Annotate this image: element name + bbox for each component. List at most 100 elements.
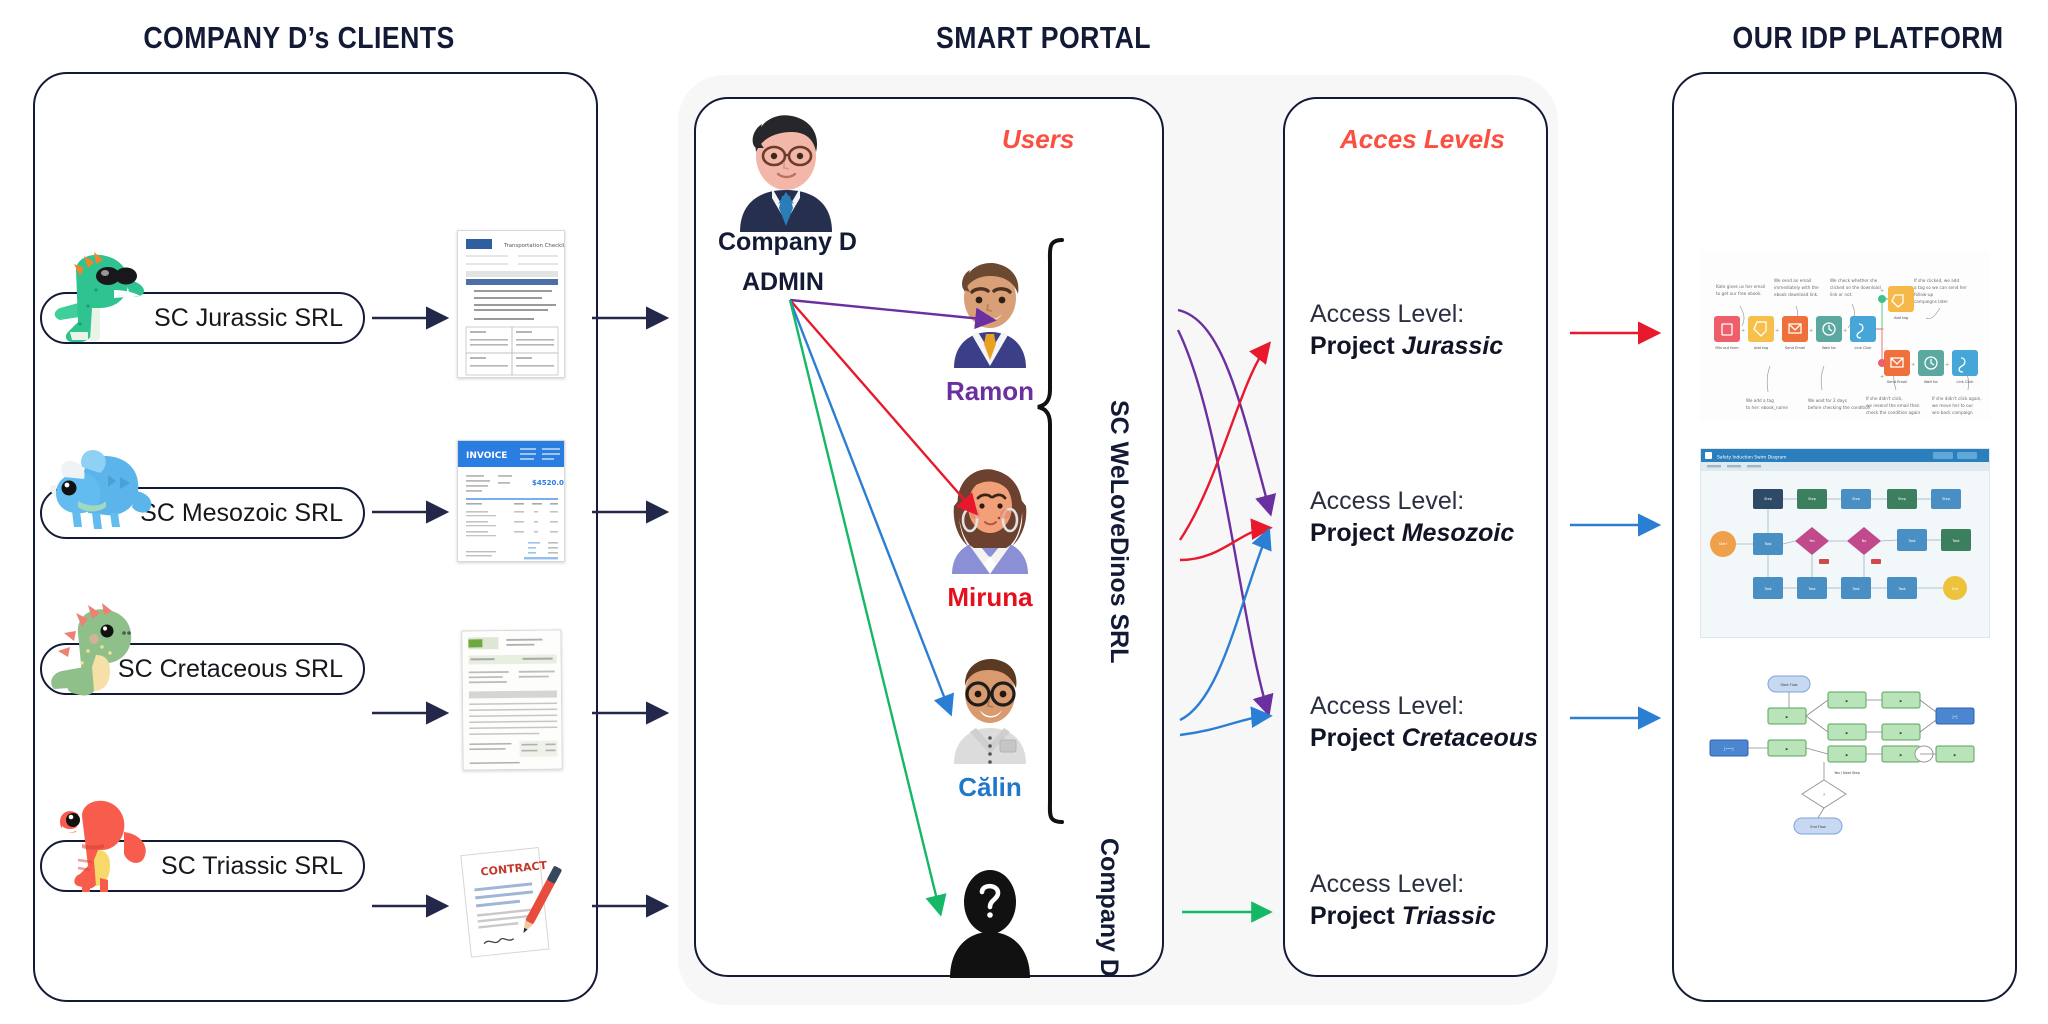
access-level-item: Access Level: Project Triassic xyxy=(1310,870,1550,931)
svg-text:Step: Step xyxy=(1808,497,1816,501)
client-pill[interactable]: SC Triassic SRL xyxy=(40,840,365,892)
svg-text:win-back campaign: win-back campaign xyxy=(1932,410,1973,415)
svg-text:Kate gives us her email: Kate gives us her email xyxy=(1716,284,1765,289)
svg-text:to get our free ebook.: to get our free ebook. xyxy=(1716,291,1762,296)
document-thumbnail-contract: CONTRACT xyxy=(450,845,570,961)
diagram-canvas: COMPANY D’s CLIENTS SMART PORTAL OUR IDP… xyxy=(0,0,2048,1024)
client-pill[interactable]: SC Mesozoic SRL xyxy=(40,487,365,539)
svg-text:+: + xyxy=(1809,328,1813,334)
client-pill[interactable]: SC Jurassic SRL xyxy=(40,292,365,344)
user-card-miruna[interactable]: Miruna xyxy=(940,458,1040,613)
svg-text:Task: Task xyxy=(1851,587,1859,591)
user-name-label: Ramon xyxy=(945,376,1035,406)
column-title-portal: SMART PORTAL xyxy=(936,20,1151,55)
user-card-calin[interactable]: Călin xyxy=(940,648,1040,803)
svg-text:▶: ▶ xyxy=(1954,753,1957,757)
svg-text:clicked on the download: clicked on the download xyxy=(1830,285,1881,290)
project-word: Project xyxy=(1310,902,1395,930)
client-row[interactable]: SC Cretaceous SRL xyxy=(40,603,380,703)
group-label-company-d: Company D xyxy=(1095,838,1123,977)
access-level-project: Project Jurassic xyxy=(1310,332,1550,361)
svg-text:Step: Step xyxy=(1852,497,1860,501)
access-level-prefix: Access Level: xyxy=(1310,870,1465,898)
svg-text:We wait for 2 days: We wait for 2 days xyxy=(1808,398,1847,403)
svg-text:+: + xyxy=(1945,362,1949,368)
svg-text:check the condition again: check the condition again xyxy=(1866,410,1920,415)
user-card-ramon[interactable]: Ramon xyxy=(940,252,1040,407)
project-word: Project xyxy=(1310,519,1395,547)
svg-text:We add a tag: We add a tag xyxy=(1746,398,1774,403)
client-name-label: SC Cretaceous SRL xyxy=(117,654,343,683)
email-automation-flow-screenshot: Kate gives us her email to get our free e… xyxy=(1700,250,1990,420)
svg-text:We check whether she: We check whether she xyxy=(1830,278,1878,283)
svg-text:▶: ▶ xyxy=(1786,747,1789,751)
svg-text:Step: Step xyxy=(1764,497,1772,501)
svg-text:Transportation Checklist: Transportation Checklist xyxy=(503,243,565,249)
user-card-unknown[interactable] xyxy=(940,860,1040,982)
svg-text:Task: Task xyxy=(1763,587,1771,591)
svg-text:+: + xyxy=(1880,374,1884,380)
project-name: Triassic xyxy=(1401,902,1496,930)
svg-text:Start: Start xyxy=(1719,542,1728,546)
svg-text:▶: ▶ xyxy=(1900,731,1903,735)
svg-text:Add tag: Add tag xyxy=(1754,346,1768,350)
access-level-item: Access Level: Project Jurassic xyxy=(1310,300,1550,361)
svg-text:campaigns later.: campaigns later. xyxy=(1914,299,1949,304)
svg-text:+: + xyxy=(1911,362,1915,368)
document-thumbnail-checklist: Transportation Checklist xyxy=(457,230,565,378)
column-title-idp: OUR IDP PLATFORM xyxy=(1732,20,2004,55)
admin-avatar[interactable] xyxy=(718,104,854,238)
svg-text:End: End xyxy=(1952,587,1958,591)
users-caption: Users xyxy=(1002,124,1075,154)
svg-text:+: + xyxy=(1880,288,1884,294)
project-word: Project xyxy=(1310,332,1395,360)
access-level-project: Project Mesozoic xyxy=(1310,519,1550,548)
svg-text:+: + xyxy=(1775,328,1779,334)
svg-text:to her: ebook_name: to her: ebook_name xyxy=(1746,405,1788,410)
client-name-label: SC Jurassic SRL xyxy=(154,303,343,332)
svg-text:Start Flow: Start Flow xyxy=(1780,683,1797,687)
client-row[interactable]: SC Triassic SRL xyxy=(40,800,380,900)
user-avatar-male-suit-icon xyxy=(954,263,1026,368)
svg-text:▶: ▶ xyxy=(1786,715,1789,719)
admin-avatar-icon xyxy=(740,115,832,232)
svg-text:a tag so we can send her: a tag so we can send her xyxy=(1914,285,1967,290)
access-level-project: Project Cretaceous xyxy=(1310,724,1550,753)
svg-text:▶: ▶ xyxy=(1846,731,1849,735)
document-thumbnail-invoice: INVOICE $4520.00 xyxy=(457,440,565,562)
client-row[interactable]: SC Jurassic SRL xyxy=(40,252,380,352)
safety-induction-swimlane-screenshot: Safety Induction Swim Diagram Start Task… xyxy=(1700,448,1990,638)
svg-text:Step: Step xyxy=(1942,497,1950,501)
client-name-label: SC Triassic SRL xyxy=(161,851,343,880)
svg-text:ebook download link.: ebook download link. xyxy=(1774,292,1818,297)
svg-text:follow-up: follow-up xyxy=(1914,292,1934,297)
svg-text:immediately with the: immediately with the xyxy=(1774,285,1819,290)
svg-text:Fills out form: Fills out form xyxy=(1715,346,1739,350)
svg-text:Step: Step xyxy=(1898,497,1906,501)
svg-text:Task: Task xyxy=(1907,539,1915,543)
svg-text:Task: Task xyxy=(1951,539,1959,543)
svg-text:Send Email: Send Email xyxy=(1785,346,1805,350)
svg-text:Wait for: Wait for xyxy=(1822,346,1837,350)
access-level-project: Project Triassic xyxy=(1310,902,1550,931)
user-name-label: Călin xyxy=(958,772,1022,802)
svg-text:INVOICE: INVOICE xyxy=(466,451,507,461)
svg-text:End Flow: End Flow xyxy=(1810,825,1825,829)
client-row[interactable]: SC Mesozoic SRL xyxy=(40,449,380,547)
access-level-prefix: Access Level: xyxy=(1310,300,1465,328)
svg-text:Link Click: Link Click xyxy=(1854,346,1872,350)
project-name: Mesozoic xyxy=(1401,519,1515,547)
client-name-label: SC Mesozoic SRL xyxy=(140,498,343,527)
svg-text:If she didn't click,: If she didn't click, xyxy=(1866,396,1903,401)
svg-text:If she didn't click again,: If she didn't click again, xyxy=(1932,396,1982,401)
user-avatar-male-glasses-icon xyxy=(954,659,1026,764)
svg-text:link or not.: link or not. xyxy=(1830,292,1853,297)
svg-text:we move her to our: we move her to our xyxy=(1932,403,1973,408)
svg-text:▶: ▶ xyxy=(1900,753,1903,757)
svg-text:we resend the email then: we resend the email then xyxy=(1866,403,1920,408)
svg-text:before checking the condition: before checking the condition xyxy=(1808,405,1871,410)
svg-text:We send an email: We send an email xyxy=(1774,278,1811,283)
client-pill[interactable]: SC Cretaceous SRL xyxy=(40,643,365,695)
svg-text:If she clicked, we add: If she clicked, we add xyxy=(1914,278,1959,283)
svg-text:Task: Task xyxy=(1807,587,1815,591)
